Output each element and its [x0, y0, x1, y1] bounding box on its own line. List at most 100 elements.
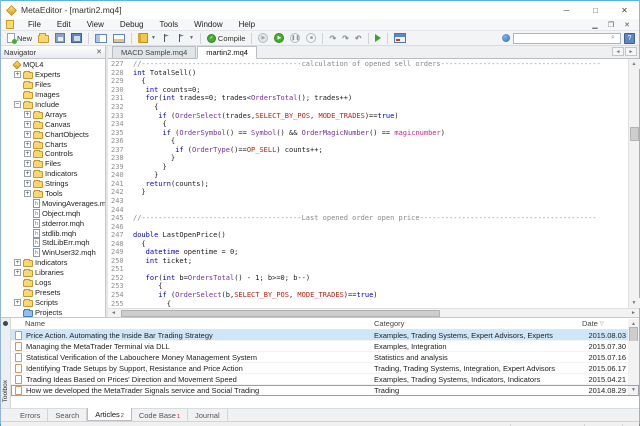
tree-expander-icon[interactable]: +	[24, 170, 31, 177]
tree-item-stdliberr-mqh[interactable]: hStdLibErr.mqh	[1, 238, 105, 248]
tree-item-experts[interactable]: +Experts	[1, 70, 105, 80]
toolbox-tab-errors[interactable]: Errors	[13, 409, 48, 421]
tree-item-mql4[interactable]: MQL4	[1, 60, 105, 70]
tree-item-chartobjects[interactable]: +ChartObjects	[1, 129, 105, 139]
tree-item-include[interactable]: −Include	[1, 100, 105, 110]
scroll-up-icon[interactable]: ▲	[629, 59, 640, 69]
tab-scroll-left-button[interactable]: ◄	[612, 47, 624, 56]
tree-expander-icon[interactable]: +	[14, 71, 21, 78]
step-into-button[interactable]: ↷	[326, 32, 339, 45]
minimize-button[interactable]: ─	[552, 1, 581, 19]
mdi-minimize-button[interactable]: ▁	[587, 21, 603, 29]
tree-item-scripts[interactable]: +Scripts	[1, 297, 105, 307]
tree-expander-icon[interactable]: +	[24, 190, 31, 197]
menu-item-edit[interactable]: Edit	[49, 20, 79, 29]
article-row[interactable]: Managing the MetaTrader Terminal via DLL…	[11, 341, 639, 352]
mdi-restore-button[interactable]: ❐	[603, 21, 619, 29]
article-row[interactable]: How we developed the MetaTrader Signals …	[11, 385, 639, 396]
tree-expander-icon[interactable]: +	[24, 141, 31, 148]
menu-item-help[interactable]: Help	[231, 20, 263, 29]
scroll-down-icon[interactable]: ▼	[629, 298, 640, 308]
toolbox-tab-journal[interactable]: Journal	[188, 409, 228, 421]
compile-button[interactable]: ✓ Compile	[204, 32, 249, 45]
document-icon[interactable]	[6, 20, 14, 29]
save-button[interactable]	[52, 32, 68, 45]
menu-item-file[interactable]: File	[20, 20, 49, 29]
mdi-close-button[interactable]: ✕	[619, 21, 635, 29]
navigator-toggle-button[interactable]	[92, 32, 110, 45]
tree-expander-icon[interactable]: +	[24, 180, 31, 187]
tree-item-presets[interactable]: Presets	[1, 287, 105, 297]
tree-item-images[interactable]: Images	[1, 90, 105, 100]
column-header-date[interactable]: Date▽	[582, 319, 628, 328]
tree-expander-icon[interactable]: +	[14, 299, 21, 306]
tree-item-indicators[interactable]: +Indicators	[1, 258, 105, 268]
tree-expander-icon[interactable]: +	[14, 269, 21, 276]
article-row[interactable]: Price Action. Automating the Inside Bar …	[11, 330, 639, 341]
pin-icon[interactable]	[3, 321, 8, 326]
tree-expander-icon[interactable]: +	[24, 131, 31, 138]
tree-item-strings[interactable]: +Strings	[1, 179, 105, 189]
editor-vertical-scrollbar[interactable]: ▲ ▼	[628, 59, 639, 308]
vertical-scroll-thumb[interactable]	[630, 127, 639, 141]
article-row[interactable]: Identifying Trade Setups by Support, Res…	[11, 363, 639, 374]
tree-item-stdlib-mqh[interactable]: hstdlib.mqh	[1, 228, 105, 238]
tree-expander-icon[interactable]: +	[24, 160, 31, 167]
dictionary-button[interactable]: ▼	[135, 32, 159, 45]
menu-item-debug[interactable]: Debug	[112, 20, 152, 29]
tree-item-files[interactable]: Files	[1, 80, 105, 90]
menu-item-tools[interactable]: Tools	[151, 20, 186, 29]
editor-tab-macd-sample-mq4[interactable]: MACD Sample.mq4	[112, 46, 196, 58]
menu-item-window[interactable]: Window	[186, 20, 230, 29]
tree-expander-icon[interactable]: −	[14, 101, 21, 108]
tree-item-files[interactable]: +Files	[1, 159, 105, 169]
tree-item-canvas[interactable]: +Canvas	[1, 119, 105, 129]
tree-expander-icon[interactable]: +	[14, 259, 21, 266]
toolbox-tab-code-base[interactable]: Code Base1	[132, 409, 188, 421]
column-header-name[interactable]: Name	[11, 319, 370, 328]
save-all-button[interactable]	[68, 32, 85, 45]
tree-expander-icon[interactable]: +	[24, 121, 31, 128]
go-to-terminal-button[interactable]	[372, 32, 384, 45]
tree-item-libraries[interactable]: +Libraries	[1, 268, 105, 278]
tree-item-winuser32-mqh[interactable]: hWinUser32.mqh	[1, 248, 105, 258]
open-file-button[interactable]	[35, 32, 52, 45]
step-out-button[interactable]: ↶	[352, 32, 365, 45]
tree-expander-icon[interactable]: +	[24, 150, 31, 157]
tree-item-indicators[interactable]: +Indicators	[1, 169, 105, 179]
tree-item-stderror-mqh[interactable]: hstderror.mqh	[1, 218, 105, 228]
toolbox-tab-search[interactable]: Search	[48, 409, 87, 421]
step-over-button[interactable]: ↷	[339, 32, 352, 45]
debug-pause-button[interactable]: ❚❚	[287, 32, 303, 45]
toolbox-side-strip[interactable]: Toolbox	[1, 318, 11, 408]
column-header-category[interactable]: Category	[370, 319, 582, 328]
close-button[interactable]: ✕	[610, 1, 639, 19]
tree-item-tools[interactable]: +Tools	[1, 189, 105, 199]
tree-item-controls[interactable]: +Controls	[1, 149, 105, 159]
list-scroll-down-icon[interactable]: ▼	[628, 385, 639, 395]
bookmark-button[interactable]	[159, 32, 174, 45]
maximize-button[interactable]: □	[581, 1, 610, 19]
search-magnifier-icon[interactable]: ⌕	[611, 34, 620, 42]
help-button[interactable]: ?	[624, 33, 635, 44]
tree-expander-icon[interactable]: +	[24, 111, 31, 118]
editor-tab-martin2-mq4[interactable]: martin2.mq4	[197, 46, 257, 59]
editor-horizontal-scrollbar[interactable]: ◄ ►	[108, 308, 639, 317]
article-row[interactable]: Trading Ideas Based on Prices' Direction…	[11, 374, 639, 385]
navigator-close-icon[interactable]: ✕	[96, 48, 102, 56]
debug-play-button[interactable]: ▶	[271, 32, 287, 45]
search-input[interactable]	[514, 34, 611, 43]
toolbox-toggle-button[interactable]	[110, 32, 128, 45]
article-row[interactable]: Statistical Verification of the Labouche…	[11, 352, 639, 363]
tree-item-charts[interactable]: +Charts	[1, 139, 105, 149]
tab-scroll-right-button[interactable]: ►	[625, 47, 637, 56]
debug-stop-button[interactable]: ■	[303, 32, 319, 45]
open-metatrader-button[interactable]	[391, 32, 409, 45]
toolbox-tab-articles[interactable]: Articles2	[87, 408, 132, 421]
code-editor[interactable]: 227//-----------------------------------…	[108, 59, 628, 308]
debug-start-button[interactable]: ▶	[255, 32, 271, 45]
menu-item-view[interactable]: View	[79, 20, 112, 29]
tree-item-object-mqh[interactable]: hObject.mqh	[1, 208, 105, 218]
tree-item-movingaverages-mqh[interactable]: hMovingAverages.mqh	[1, 198, 105, 208]
horizontal-scroll-thumb[interactable]	[121, 310, 440, 317]
